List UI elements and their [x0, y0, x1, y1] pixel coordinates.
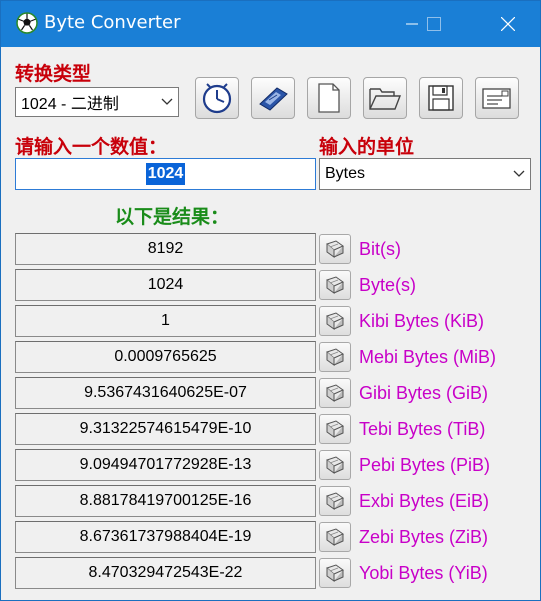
calculator-icon	[259, 87, 288, 111]
eraser-icon	[324, 276, 346, 294]
eraser-icon	[324, 420, 346, 438]
new-document-button[interactable]	[307, 77, 351, 119]
eraser-icon	[324, 456, 346, 474]
result-row: 8.67361737988404E-19 Zebi Bytes (ZiB)	[15, 521, 535, 553]
result-unit-label: Bit(s)	[359, 239, 401, 259]
result-value[interactable]: 0.0009765625	[15, 341, 316, 373]
chevron-down-icon	[156, 88, 178, 116]
result-value-text: 9.31322574615479E-10	[79, 420, 252, 437]
chevron-down-icon	[508, 159, 530, 189]
soccer-ball-icon	[16, 12, 38, 34]
result-unit-label: Gibi Bytes (GiB)	[359, 383, 489, 403]
result-value-text: 9.5367431640625E-07	[84, 384, 247, 401]
eraser-icon	[324, 312, 346, 330]
eraser-icon	[324, 564, 346, 582]
conversion-type-select[interactable]: 1024 - 二进制	[15, 87, 179, 117]
copy-button[interactable]	[319, 234, 351, 264]
eraser-icon	[324, 492, 346, 510]
result-unit-label: Zebi Bytes (ZiB)	[359, 527, 489, 547]
eraser-icon	[324, 384, 346, 402]
results-label: 以下是结果：	[115, 206, 230, 228]
close-button[interactable]	[485, 1, 531, 47]
save-disk-icon	[428, 85, 454, 111]
result-value-text: 8.470329472543E-22	[88, 564, 243, 581]
result-value-text: 0.0009765625	[114, 348, 217, 365]
clock-button[interactable]	[195, 77, 239, 119]
open-folder-icon	[369, 88, 402, 110]
conversion-type-value: 1024 - 二进制	[21, 96, 119, 113]
save-button[interactable]	[419, 77, 463, 119]
result-value[interactable]: 8.88178419700125E-16	[15, 485, 316, 517]
maximize-icon	[427, 17, 441, 31]
copy-button[interactable]	[319, 558, 351, 588]
maximize-button[interactable]	[411, 1, 457, 47]
result-row: 9.31322574615479E-10 Tebi Bytes (TiB)	[15, 413, 535, 445]
result-unit-label: Kibi Bytes (KiB)	[359, 311, 485, 331]
eraser-icon	[324, 528, 346, 546]
result-unit-label: Byte(s)	[359, 275, 417, 295]
new-document-icon	[318, 83, 340, 113]
copy-button[interactable]	[319, 450, 351, 480]
value-input[interactable]: 1024	[15, 158, 316, 190]
open-folder-button[interactable]	[363, 77, 407, 119]
eraser-icon	[324, 348, 346, 366]
result-row: 9.09494701772928E-13 Pebi Bytes (PiB)	[15, 449, 535, 481]
result-value-text: 1024	[147, 276, 184, 293]
result-value[interactable]: 8192	[15, 233, 316, 265]
result-row: 8.88178419700125E-16 Exbi Bytes (EiB)	[15, 485, 535, 517]
result-value[interactable]: 9.5367431640625E-07	[15, 377, 316, 409]
result-value-text: 9.09494701772928E-13	[79, 456, 252, 473]
result-value-text: 8.88178419700125E-16	[79, 492, 252, 509]
about-card-icon	[482, 88, 511, 109]
result-value[interactable]: 1024	[15, 269, 316, 301]
result-value[interactable]: 8.470329472543E-22	[15, 557, 316, 589]
copy-button[interactable]	[319, 270, 351, 300]
result-value[interactable]: 9.31322574615479E-10	[15, 413, 316, 445]
clock-icon	[202, 83, 232, 114]
result-unit-label: Yobi Bytes (YiB)	[359, 563, 488, 583]
title-bar[interactable]: Byte Converter	[1, 1, 540, 47]
result-value-text: 8192	[147, 240, 184, 257]
result-row: 8192 Bit(s)	[15, 233, 535, 265]
calculator-button[interactable]	[251, 77, 295, 119]
result-unit-label: Pebi Bytes (PiB)	[359, 455, 491, 475]
input-unit-select[interactable]: Bytes	[319, 158, 531, 190]
result-value[interactable]: 8.67361737988404E-19	[15, 521, 316, 553]
value-input-text: 1024	[145, 163, 186, 185]
conversion-type-label: 转换类型	[15, 63, 92, 85]
window-title: Byte Converter	[44, 12, 181, 33]
copy-button[interactable]	[319, 522, 351, 552]
result-unit-label: Exbi Bytes (EiB)	[359, 491, 490, 511]
result-value[interactable]: 1	[15, 305, 316, 337]
input-unit-value: Bytes	[325, 165, 366, 182]
result-row: 8.470329472543E-22 Yobi Bytes (YiB)	[15, 557, 535, 589]
result-value-text: 1	[161, 312, 170, 329]
copy-button[interactable]	[319, 378, 351, 408]
copy-button[interactable]	[319, 486, 351, 516]
app-window: Byte Converter 转换类型 1024 - 二进制 请输入一个数值： …	[0, 0, 541, 601]
result-unit-label: Tebi Bytes (TiB)	[359, 419, 486, 439]
result-row: 1024 Byte(s)	[15, 269, 535, 301]
about-button[interactable]	[475, 77, 519, 119]
eraser-icon	[324, 240, 346, 258]
copy-button[interactable]	[319, 306, 351, 336]
input-unit-label: 输入的单位	[319, 136, 415, 158]
result-row: 0.0009765625 Mebi Bytes (MiB)	[15, 341, 535, 373]
result-row: 1 Kibi Bytes (KiB)	[15, 305, 535, 337]
copy-button[interactable]	[319, 342, 351, 372]
result-unit-label: Mebi Bytes (MiB)	[359, 347, 497, 367]
result-row: 9.5367431640625E-07 Gibi Bytes (GiB)	[15, 377, 535, 409]
close-icon	[501, 17, 515, 31]
input-value-label: 请输入一个数值：	[15, 136, 168, 158]
result-value[interactable]: 9.09494701772928E-13	[15, 449, 316, 481]
copy-button[interactable]	[319, 414, 351, 444]
result-value-text: 8.67361737988404E-19	[79, 528, 252, 545]
